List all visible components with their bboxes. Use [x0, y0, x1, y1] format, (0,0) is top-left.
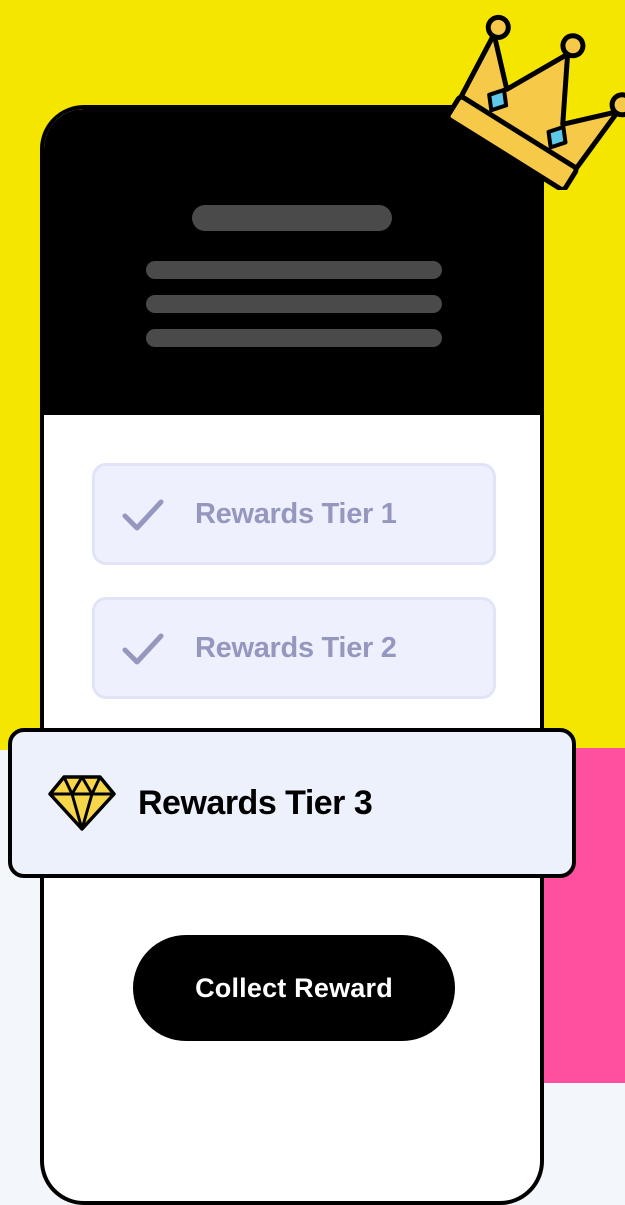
- reward-tier-1[interactable]: Rewards Tier 1: [92, 463, 496, 565]
- text-placeholder-line: [146, 295, 442, 313]
- title-placeholder: [192, 205, 392, 231]
- check-icon: [122, 633, 164, 665]
- reward-tier-label: Rewards Tier 2: [195, 632, 397, 664]
- collect-reward-button[interactable]: Collect Reward: [133, 935, 455, 1041]
- reward-tier-label: Rewards Tier 1: [195, 498, 397, 530]
- reward-tier-label: Rewards Tier 3: [138, 784, 373, 822]
- phone-mockup: Rewards Tier 1 Rewards Tier 2 Collect Re…: [40, 105, 544, 1205]
- reward-tier-2[interactable]: Rewards Tier 2: [92, 597, 496, 699]
- check-icon: [122, 499, 164, 531]
- crown-icon: [445, 14, 625, 190]
- text-placeholder-line: [146, 329, 442, 347]
- diamond-icon: [48, 775, 116, 831]
- text-placeholder-line: [146, 261, 442, 279]
- reward-tier-3-card[interactable]: Rewards Tier 3: [8, 728, 576, 878]
